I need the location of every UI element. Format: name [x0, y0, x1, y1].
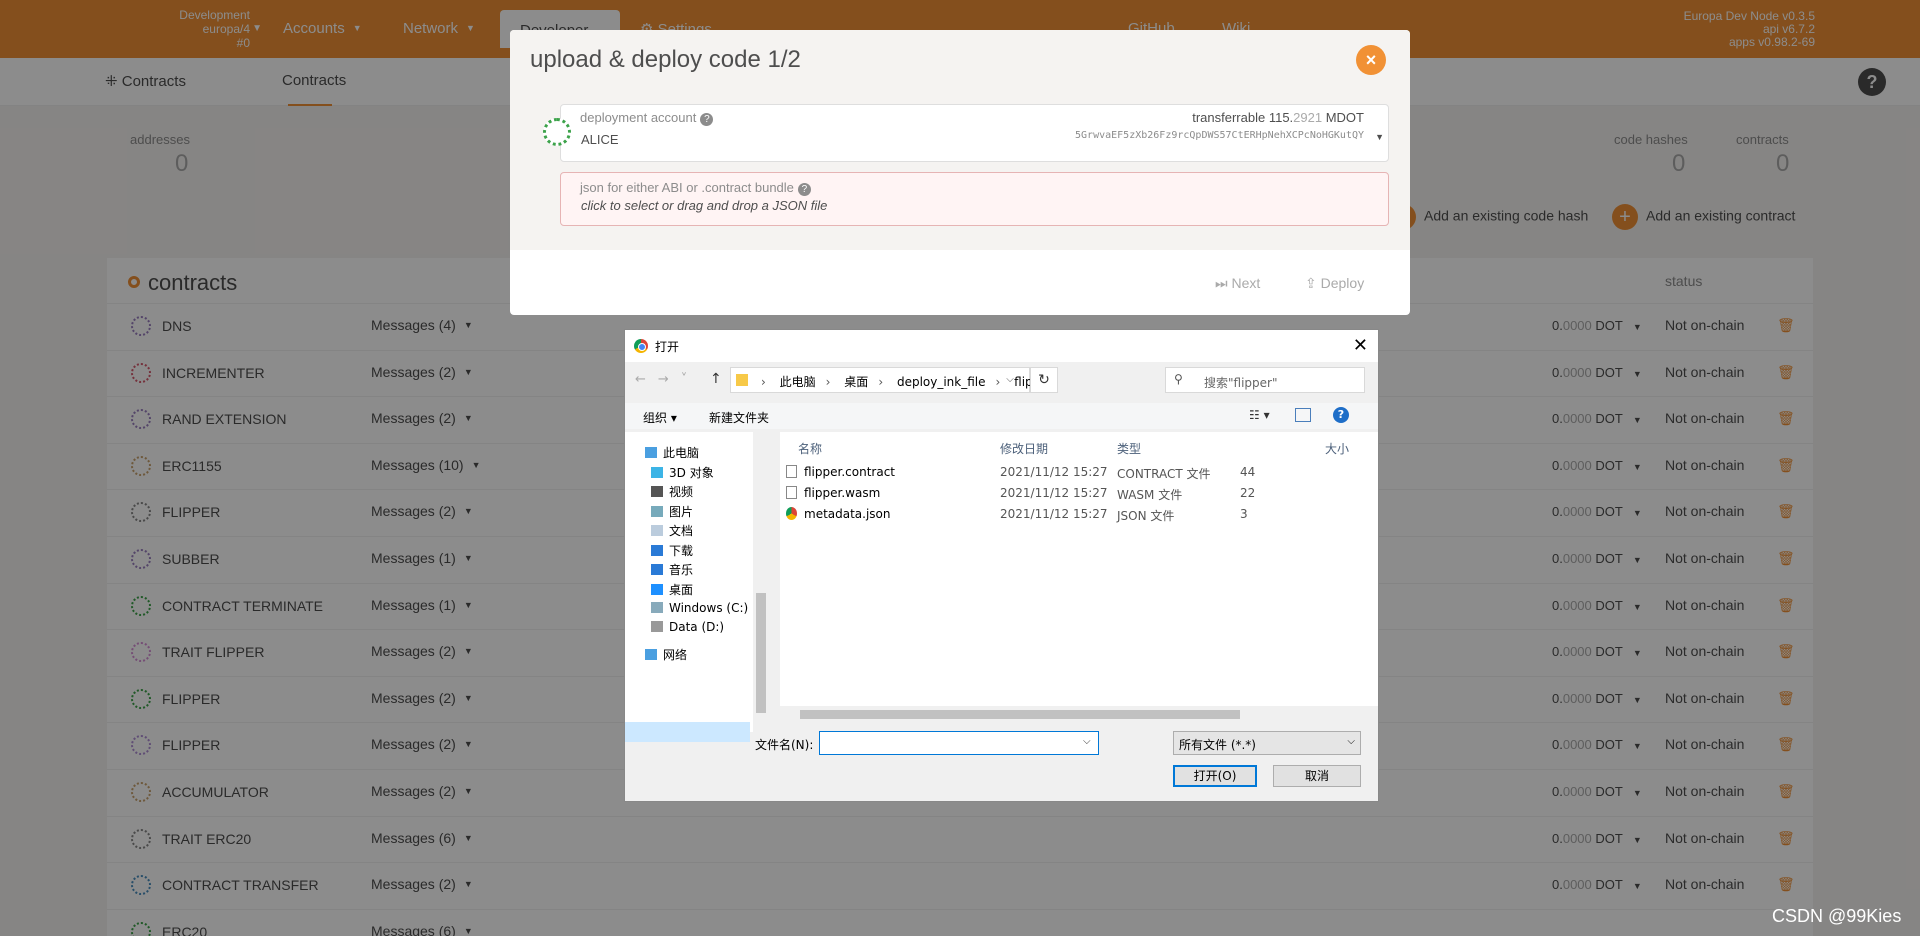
navigation-tree: 此电脑 3D 对象 视频 图片 文档 下载 音乐 桌面 Windows (C:)…	[625, 432, 753, 742]
search-placeholder: 搜索"flipper"	[1204, 376, 1278, 390]
cancel-button[interactable]: 取消	[1273, 765, 1361, 787]
chevron-down-icon: ⌵	[1347, 736, 1355, 747]
tree-item-videos[interactable]: 视频	[651, 483, 693, 500]
breadcrumb-item[interactable]: 桌面	[844, 375, 868, 389]
account-address: 5GrwvaEF5zXb26Fz9rcQpDWS57CtERHpNehXCPcN…	[1075, 130, 1364, 141]
filename-input[interactable]	[819, 731, 1099, 755]
account-label: deployment account?	[580, 110, 714, 126]
music-icon	[651, 564, 663, 575]
breadcrumb-item[interactable]: deploy_ink_file	[897, 375, 986, 389]
desktop-icon	[651, 584, 663, 595]
refresh-icon[interactable]: ↻	[1030, 367, 1058, 393]
search-input[interactable]: ⚲ 搜索"flipper"	[1165, 367, 1365, 393]
json-hint: click to select or drag and drop a JSON …	[581, 198, 828, 213]
tree-item-drive-c[interactable]: Windows (C:)	[651, 601, 748, 615]
drive-icon	[651, 602, 663, 613]
file-row[interactable]: flipper.contract 2021/11/12 15:27 CONTRA…	[780, 462, 1378, 482]
up-arrow-icon[interactable]: ↑	[710, 371, 722, 387]
help-icon[interactable]: ?	[1333, 407, 1349, 423]
tree-item-drive-d[interactable]: Data (D:)	[651, 620, 724, 634]
preview-pane-icon[interactable]	[1295, 408, 1311, 422]
drive-icon	[651, 621, 663, 632]
modal-title: upload & deploy code 1/2	[530, 46, 801, 73]
file-list-scrollbar-thumb[interactable]	[800, 710, 1240, 719]
next-button[interactable]: ⏭ Next	[1215, 275, 1260, 292]
organize-button[interactable]: 组织 ▾	[643, 409, 677, 426]
back-forward-icons[interactable]: ←→˅	[635, 372, 699, 387]
upload-icon: ⇪	[1305, 275, 1321, 291]
download-icon	[651, 545, 663, 556]
file-open-dialog: 打开 ✕ ←→˅ ↑ › 此电脑› 桌面› deploy_ink_file› f…	[624, 329, 1379, 802]
folder-icon	[736, 374, 748, 386]
tree-item-documents[interactable]: 文档	[651, 522, 693, 539]
chrome-icon	[786, 507, 797, 520]
tree-item-music[interactable]: 音乐	[651, 561, 693, 578]
help-icon: ?	[797, 183, 811, 196]
filetype-select[interactable]: 所有文件 (*.*) ⌵	[1173, 731, 1361, 755]
computer-icon	[645, 447, 657, 458]
deploy-button[interactable]: ⇪ Deploy	[1305, 275, 1364, 292]
tree-item-desktop[interactable]: 桌面	[651, 581, 693, 598]
help-icon: ?	[700, 113, 714, 126]
file-icon	[786, 486, 797, 499]
cube-icon	[651, 467, 663, 478]
chevron-down-icon: ▼	[1375, 132, 1384, 142]
search-icon: ⚲	[1174, 372, 1183, 386]
chevron-down-icon[interactable]: ⌵	[1083, 736, 1091, 747]
json-label: json for either ABI or .contract bundle?	[580, 180, 811, 196]
chevron-down-icon[interactable]: ⌵	[995, 367, 1025, 393]
tree-item-this-pc[interactable]: 此电脑	[645, 444, 699, 461]
account-name: ALICE	[581, 132, 619, 147]
address-bar[interactable]: › 此电脑› 桌面› deploy_ink_file› flipper	[730, 367, 1053, 393]
tree-item-network[interactable]: 网络	[645, 646, 687, 663]
dialog-titlebar	[625, 330, 1378, 362]
column-date[interactable]: 修改日期	[1000, 440, 1048, 457]
column-size[interactable]: 大小	[1325, 440, 1349, 457]
breadcrumb-item[interactable]: 此电脑	[780, 375, 816, 389]
close-icon[interactable]: ×	[1356, 45, 1386, 75]
watermark: CSDN @99Kies	[1772, 906, 1902, 926]
file-icon	[786, 465, 797, 478]
column-type[interactable]: 类型	[1117, 440, 1141, 457]
view-options-icon[interactable]: ☷ ▾	[1249, 408, 1270, 422]
dialog-toolbar: 组织 ▾ 新建文件夹 ☷ ▾ ?	[625, 403, 1378, 429]
video-icon	[651, 486, 663, 497]
network-icon	[645, 649, 657, 660]
column-name[interactable]: 名称	[798, 440, 822, 457]
close-icon[interactable]: ✕	[1353, 335, 1368, 356]
avatar	[543, 118, 571, 146]
file-row[interactable]: metadata.json 2021/11/12 15:27 JSON 文件 3	[780, 504, 1378, 524]
dialog-title: 打开	[655, 340, 680, 354]
open-button[interactable]: 打开(O)	[1173, 765, 1257, 787]
tree-selection	[625, 722, 750, 742]
chrome-icon	[634, 339, 648, 353]
file-row[interactable]: flipper.wasm 2021/11/12 15:27 WASM 文件 22	[780, 483, 1378, 503]
account-balance: transferrable 115.2921 MDOT	[1192, 110, 1364, 125]
deploy-modal: upload & deploy code 1/2 × deployment ac…	[510, 30, 1410, 315]
tree-item-pictures[interactable]: 图片	[651, 503, 693, 520]
tree-item-downloads[interactable]: 下载	[651, 542, 693, 559]
new-folder-button[interactable]: 新建文件夹	[709, 409, 769, 426]
filename-label: 文件名(N):	[755, 738, 814, 752]
tree-scrollbar-thumb[interactable]	[756, 593, 766, 713]
picture-icon	[651, 506, 663, 517]
tree-item-3d[interactable]: 3D 对象	[651, 464, 714, 481]
document-icon	[651, 525, 663, 536]
next-icon: ⏭	[1215, 275, 1232, 291]
